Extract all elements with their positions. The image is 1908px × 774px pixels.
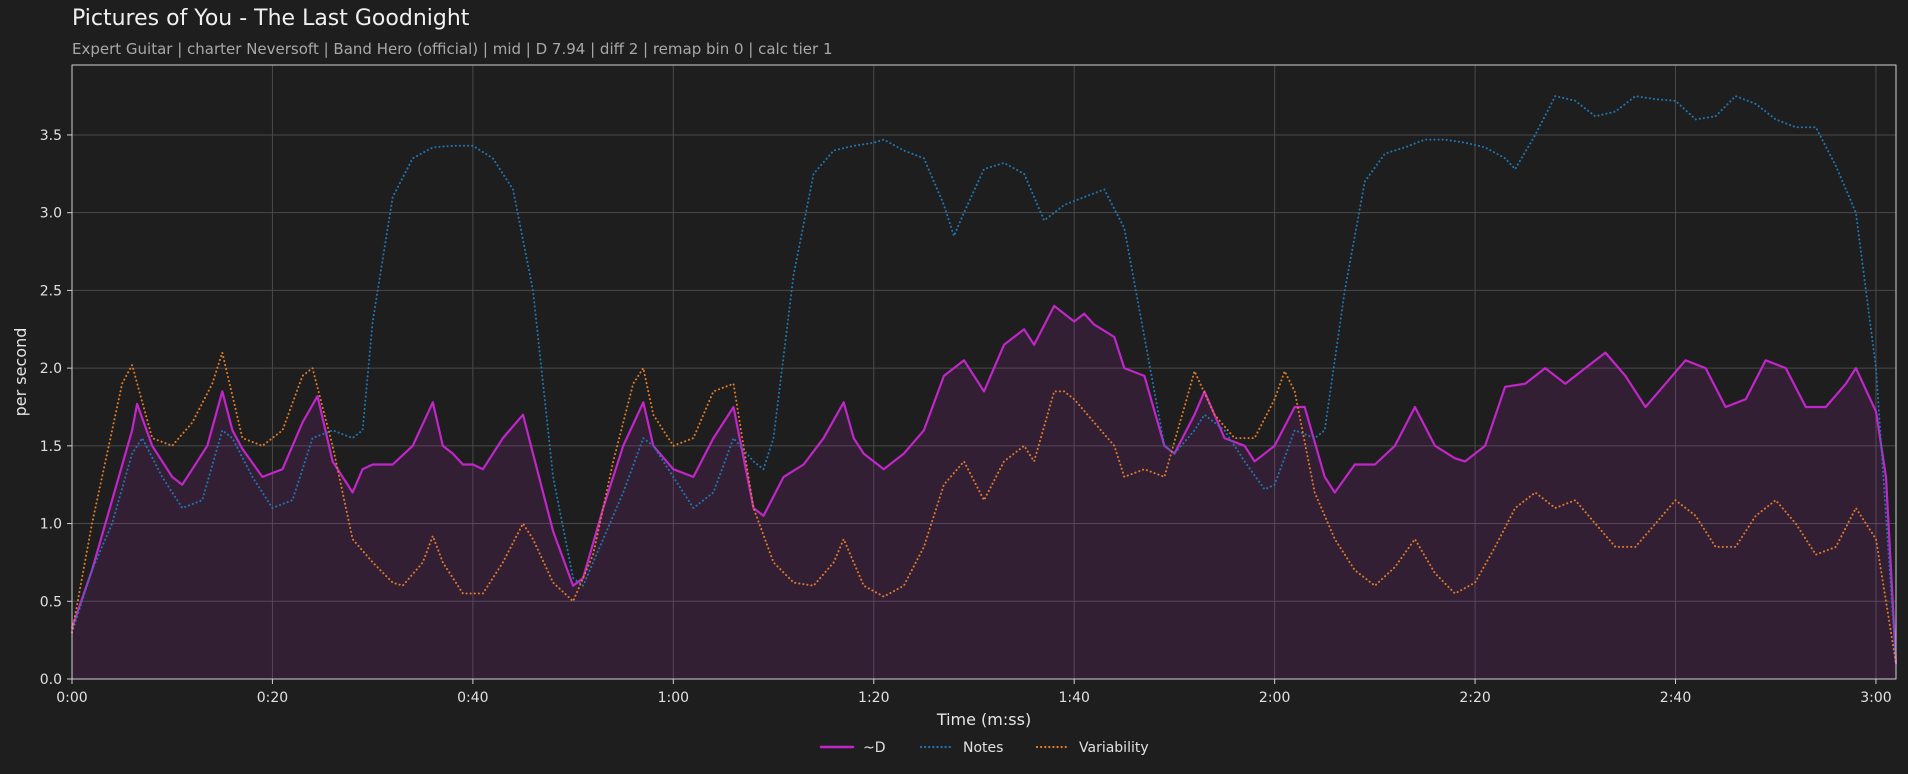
series-line-2 <box>71 351 1897 665</box>
chart-subtitle: Expert Guitar | charter Neversoft | Band… <box>72 40 833 58</box>
x-tick-label: 2:20 <box>1459 690 1490 706</box>
plot-frame <box>71 64 1897 680</box>
axes-layer: 0:00 0:20 0:40 1:00 1:20 1:40 2:00 2:20 2:40 3:00… <box>11 64 1897 729</box>
legend: ~D Notes Variability <box>819 740 1149 756</box>
chart-title: Pictures of You - The Last Goodnight <box>72 6 470 31</box>
y-tick-label: 1.5 <box>40 439 62 455</box>
x-tick-label: 0:20 <box>257 690 288 706</box>
series-area-0 <box>72 305 1896 679</box>
y-tick-label: 3.0 <box>40 206 62 222</box>
x-tick-label: 1:00 <box>658 690 689 706</box>
chart-svg: 0:00 0:20 0:40 1:00 1:20 1:40 2:00 2:20 2:40 3:00… <box>11 64 1898 756</box>
legend-label-0: ~D <box>863 740 886 756</box>
series-line-0 <box>70 304 1898 665</box>
x-tick-label: 2:00 <box>1259 690 1290 706</box>
y-tick-label: 0.5 <box>40 594 62 610</box>
legend-label-2: Variability <box>1079 740 1149 756</box>
y-tick-label: 2.0 <box>40 361 62 377</box>
x-tick-label: 1:20 <box>858 690 889 706</box>
series-line-1 <box>71 95 1897 665</box>
y-tick-label: 1.0 <box>40 517 62 533</box>
plot-background <box>72 65 1896 679</box>
y-tick-label: 3.5 <box>40 128 62 144</box>
legend-label-1: Notes <box>963 740 1003 756</box>
x-tick-label: 0:00 <box>56 690 87 706</box>
x-tick-label: 0:40 <box>457 690 488 706</box>
y-axis-label: per second <box>11 328 30 417</box>
x-tick-label: 2:40 <box>1660 690 1691 706</box>
x-axis-label: Time (m:ss) <box>936 710 1031 729</box>
series-layer <box>70 95 1898 679</box>
y-tick-label: 2.5 <box>40 283 62 299</box>
y-tick-label: 0.0 <box>40 672 62 688</box>
x-tick-label: 3:00 <box>1860 690 1891 706</box>
grid-layer <box>71 65 1896 680</box>
x-tick-label: 1:40 <box>1058 690 1089 706</box>
chart-root: Pictures of You - The Last Goodnight Exp… <box>0 0 1908 774</box>
